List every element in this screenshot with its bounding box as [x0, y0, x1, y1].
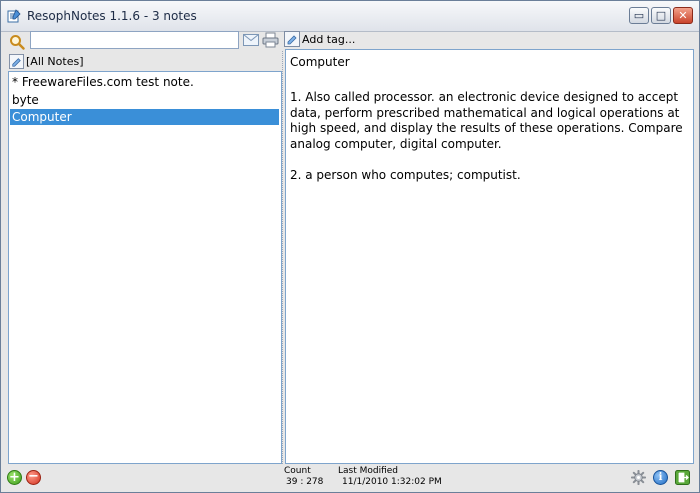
maximize-button[interactable]: □ — [651, 7, 671, 24]
delete-note-button[interactable]: − — [26, 470, 41, 485]
note-title-line: Computer — [290, 55, 350, 69]
title-bar[interactable]: ResophNotes 1.1.6 - 3 notes ▭ □ ✕ — [1, 1, 699, 32]
note-paragraph: 1. Also called processor. an electronic … — [290, 90, 683, 151]
close-button[interactable]: ✕ — [673, 7, 693, 24]
search-icon[interactable] — [9, 34, 25, 50]
search-input[interactable] — [30, 31, 239, 49]
print-icon[interactable] — [262, 32, 279, 48]
minimize-button[interactable]: ▭ — [629, 7, 649, 24]
count-value: 39 : 278 — [286, 477, 324, 487]
notes-list[interactable]: * FreewareFiles.com test note. byte Comp… — [8, 71, 282, 464]
add-tag-field[interactable]: Add tag... — [302, 33, 355, 46]
tag-filter-icon[interactable] — [9, 54, 24, 69]
gear-icon[interactable] — [631, 470, 646, 485]
note-paragraph: 2. a person who computes; computist. — [290, 167, 521, 182]
window-title: ResophNotes 1.1.6 - 3 notes — [27, 9, 197, 23]
note-editor[interactable]: Computer 1. Also called processor. an el… — [285, 49, 694, 464]
note-list-item[interactable]: byte — [10, 92, 279, 108]
last-modified-label: Last Modified — [338, 466, 399, 476]
tag-icon[interactable] — [284, 31, 300, 47]
notepad-app-icon — [7, 9, 21, 23]
note-list-item-selected[interactable]: Computer — [10, 109, 279, 125]
app-window: ResophNotes 1.1.6 - 3 notes ▭ □ ✕ Add ta… — [0, 0, 700, 493]
info-icon[interactable]: i — [653, 470, 668, 485]
email-icon[interactable] — [243, 34, 259, 46]
tag-filter-label[interactable]: [All Notes] — [26, 55, 84, 68]
exit-icon[interactable] — [675, 470, 690, 485]
window-controls: ▭ □ ✕ — [629, 7, 693, 24]
note-list-item[interactable]: * FreewareFiles.com test note. — [10, 74, 279, 90]
count-label: Count — [284, 466, 311, 476]
last-modified-value: 11/1/2010 1:32:02 PM — [342, 477, 442, 487]
status-bar: + − Count 39 : 278 Last Modified 11/1/20… — [1, 465, 699, 492]
add-note-button[interactable]: + — [7, 470, 22, 485]
